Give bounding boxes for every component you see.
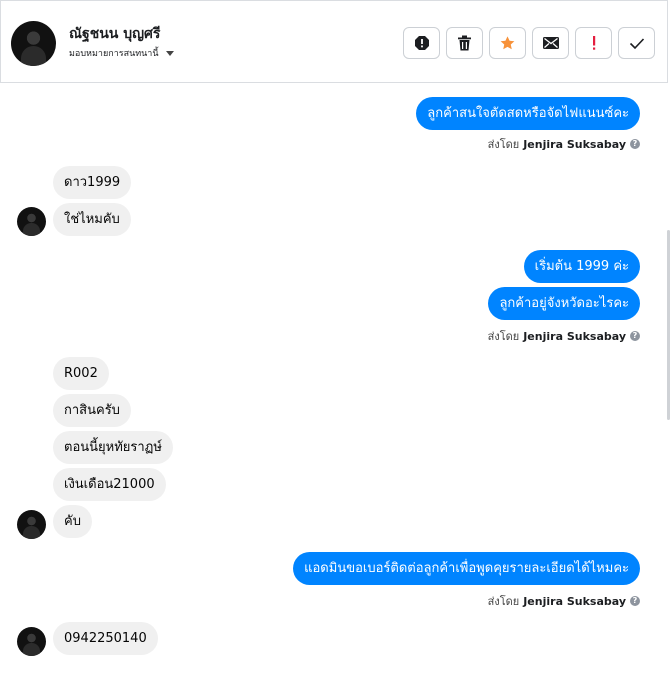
message-incoming[interactable]: ตอนนี้ยุหทัยราฏษ์	[53, 431, 173, 464]
caret-down-icon	[165, 50, 174, 56]
exclamation-icon	[592, 36, 595, 50]
check-icon	[629, 37, 644, 49]
help-icon[interactable]: ?	[630, 331, 640, 341]
message-incoming[interactable]: ใช่ไหมคับ	[53, 203, 131, 236]
message-incoming[interactable]: กาสินครับ	[53, 394, 131, 427]
message-incoming[interactable]: คับ	[53, 505, 92, 538]
sent-by-label: ส่งโดย	[487, 595, 520, 608]
sent-by-agent: Jenjira Suksabay	[523, 137, 626, 151]
assign-label: มอบหมายการสนทนานี้	[69, 49, 159, 59]
follow-up-button[interactable]	[575, 27, 612, 59]
sent-by-info: ส่งโดย Jenjira Suksabay ?	[488, 327, 640, 345]
message-outgoing[interactable]: แอดมินขอเบอร์ติดต่อลูกค้าเพื่อพูดคุยรายล…	[293, 552, 640, 585]
report-button[interactable]	[403, 27, 440, 59]
contact-avatar[interactable]	[11, 21, 56, 66]
star-icon	[500, 36, 515, 50]
message-outgoing[interactable]: ลูกค้าอยู่จังหวัดอะไรคะ	[488, 287, 640, 320]
exclamation-circle-icon	[414, 36, 429, 50]
delete-button[interactable]	[446, 27, 483, 59]
sent-by-label: ส่งโดย	[487, 138, 520, 151]
contact-name[interactable]: ณัฐชนน บุญศรี	[69, 23, 160, 45]
header-actions	[403, 27, 655, 59]
message-incoming[interactable]: ดาว1999	[53, 166, 132, 199]
mark-unread-button[interactable]	[532, 27, 569, 59]
message-incoming[interactable]: R002	[53, 357, 109, 390]
message-incoming[interactable]: 0942250140	[53, 622, 158, 655]
message-outgoing[interactable]: ลูกค้าสนใจตัดสดหรือจัดไฟแนนซ์คะ	[416, 97, 640, 130]
star-button[interactable]	[489, 27, 526, 59]
message-incoming[interactable]: เงินเดือน21000	[53, 468, 166, 501]
message-outgoing[interactable]: เริ่มต้น 1999 ค่ะ	[523, 250, 640, 283]
contact-avatar-small	[17, 627, 46, 656]
assign-conversation-dropdown[interactable]: มอบหมายการสนทนานี้	[69, 46, 174, 60]
contact-avatar-small	[17, 510, 46, 539]
sent-by-agent: Jenjira Suksabay	[523, 329, 626, 343]
done-button[interactable]	[618, 27, 655, 59]
trash-icon	[458, 35, 471, 51]
help-icon[interactable]: ?	[630, 139, 640, 149]
sent-by-info: ส่งโดย Jenjira Suksabay ?	[488, 592, 640, 610]
sent-by-info: ส่งโดย Jenjira Suksabay ?	[488, 135, 640, 153]
contact-avatar-small	[17, 207, 46, 236]
sent-by-agent: Jenjira Suksabay	[523, 594, 626, 608]
sent-by-label: ส่งโดย	[487, 330, 520, 343]
help-icon[interactable]: ?	[630, 596, 640, 606]
conversation-header: ณัฐชนน บุญศรี มอบหมายการสนทนานี้	[0, 0, 668, 83]
envelope-icon	[542, 37, 559, 49]
